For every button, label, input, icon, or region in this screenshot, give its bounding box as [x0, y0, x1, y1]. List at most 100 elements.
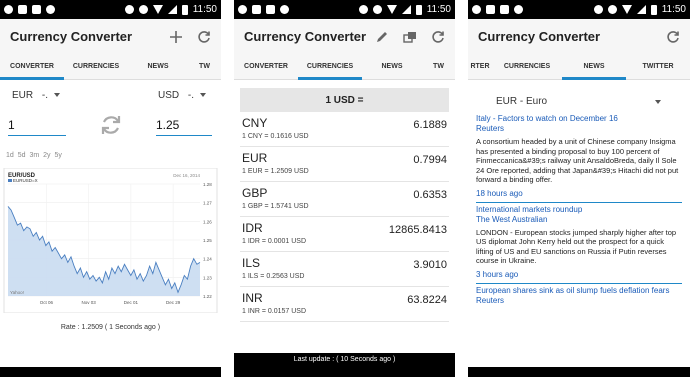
rate-text: Rate : 1.2509 ( 1 Seconds ago )	[60, 324, 161, 331]
app-title: Currency Converter	[10, 29, 133, 44]
news-title[interactable]: Italy - Factors to watch on December 16	[476, 114, 682, 124]
currency-row[interactable]: EUR 1 EUR = 1.2509 USD 0.7994	[240, 147, 449, 182]
news-currency-label: EUR - Euro	[496, 96, 548, 107]
currency-conversion: 1 IDR = 0.0001 USD	[242, 238, 307, 245]
add-icon[interactable]	[169, 30, 183, 44]
legend-swatch	[8, 179, 12, 182]
chart-watermark: Yahoo!	[10, 290, 24, 295]
news-title[interactable]: European shares sink as oil slump fuels …	[476, 286, 682, 296]
currencies-content: 1 USD = CNY 1 CNY = 0.1616 USD 6.1889 EU…	[234, 80, 455, 377]
converter-screen: 11:50 Currency Converter CONVERTER CURRE…	[0, 0, 221, 377]
copy-icon[interactable]	[403, 30, 417, 44]
currency-code: ILS	[242, 256, 261, 270]
news-item[interactable]: Italy - Factors to watch on December 16 …	[476, 114, 682, 203]
from-currency-suffix: -.	[41, 90, 49, 101]
status-time: 11:50	[192, 4, 217, 15]
app-bar: Currency Converter	[468, 19, 690, 54]
news-source: Reuters	[476, 295, 505, 305]
y-tick-label: 1.27	[203, 201, 212, 206]
sync-icon	[358, 5, 368, 14]
refresh-icon[interactable]	[666, 30, 680, 44]
notification-icon	[486, 5, 495, 14]
battery-icon	[650, 4, 657, 15]
last-update-bar: Last update : ( 10 Seconds ago )	[234, 353, 455, 367]
currency-row[interactable]: IDR 1 IDR = 0.0001 USD 12865.8413	[240, 217, 449, 252]
currency-code: CNY	[242, 116, 268, 130]
notification-icon	[500, 5, 509, 14]
chart-legend: EURUSD=X	[13, 178, 38, 183]
app-title: Currency Converter	[244, 29, 367, 44]
tab-currencies[interactable]: CURRENCIES	[492, 54, 562, 79]
news-item[interactable]: International markets roundup The West A…	[476, 205, 682, 284]
currency-conversion: 1 EUR = 1.2509 USD	[242, 168, 309, 175]
wifi-icon	[386, 5, 397, 14]
refresh-icon[interactable]	[197, 30, 211, 44]
app-title: Currency Converter	[478, 29, 601, 44]
wifi-icon	[152, 5, 163, 14]
alarm-icon	[607, 5, 617, 14]
period-selector[interactable]: 1d 5d 3m 2y 5y	[6, 152, 62, 159]
notification-icon	[252, 5, 261, 14]
news-time: 3 hours ago	[476, 270, 682, 284]
swap-icon[interactable]	[99, 113, 123, 142]
currency-row[interactable]: INR 1 INR = 0.0157 USD 63.8224	[240, 287, 449, 322]
y-tick-label: 1.26	[203, 219, 212, 224]
notification-icon	[46, 5, 55, 14]
tab-news[interactable]: NEWS	[562, 54, 626, 80]
news-body: LONDON - European stocks jumped sharply …	[476, 227, 677, 266]
currency-value: 6.1889	[413, 119, 447, 131]
tab-twitter[interactable]: TWITTER	[626, 54, 690, 79]
currency-conversion: 1 ILS = 0.2563 USD	[242, 273, 305, 280]
status-time: 11:50	[661, 4, 686, 15]
signal-icon	[636, 5, 646, 14]
notification-icon	[4, 5, 13, 14]
tab-converter[interactable]: RTER	[468, 54, 492, 79]
battery-icon	[415, 4, 422, 15]
refresh-icon[interactable]	[431, 30, 445, 44]
y-tick-label: 1.25	[203, 238, 212, 243]
to-amount-input[interactable]: 1.25	[156, 118, 212, 136]
currency-row[interactable]: GBP 1 GBP = 1.5741 USD 0.6353	[240, 182, 449, 217]
news-screen: 11:50 Currency Converter RTER CURRENCIES…	[468, 0, 690, 377]
wifi-icon	[621, 5, 632, 14]
notification-icon	[32, 5, 41, 14]
notification-icon	[266, 5, 275, 14]
to-currency-code: USD	[158, 90, 180, 101]
y-tick-label: 1.23	[203, 275, 212, 280]
from-amount-input[interactable]: 1	[8, 118, 66, 136]
from-currency-select[interactable]: EUR -.	[12, 90, 61, 101]
y-tick-label: 1.22	[203, 294, 212, 299]
sync-icon	[124, 5, 134, 14]
base-currency-header: 1 USD =	[240, 88, 449, 112]
news-title[interactable]: International markets roundup	[476, 205, 682, 215]
tab-currencies[interactable]: CURRENCIES	[64, 54, 128, 79]
currency-code: EUR	[242, 151, 268, 165]
news-item[interactable]: European shares sink as oil slump fuels …	[476, 286, 682, 306]
tab-twitter[interactable]: TW	[188, 54, 221, 79]
edit-icon[interactable]	[375, 30, 389, 44]
chevron-down-icon	[655, 100, 661, 104]
chevron-down-icon	[200, 93, 207, 98]
nav-bar	[468, 367, 690, 377]
tab-twitter[interactable]: TW	[422, 54, 455, 79]
x-tick-label: Nov 03	[82, 300, 97, 305]
currency-row[interactable]: ILS 1 ILS = 0.2563 USD 3.9010	[240, 252, 449, 287]
news-source: The West Australian	[476, 214, 548, 224]
currency-code: IDR	[242, 221, 263, 235]
from-currency-code: EUR	[12, 90, 34, 101]
tab-converter[interactable]: CONVERTER	[0, 54, 64, 80]
chevron-down-icon	[54, 93, 61, 98]
status-bar: 11:50	[468, 0, 690, 19]
tab-news[interactable]: NEWS	[362, 54, 422, 79]
tab-converter[interactable]: CONVERTER	[234, 54, 298, 79]
to-currency-select[interactable]: USD -.	[158, 90, 207, 101]
currency-value: 0.6353	[413, 189, 447, 201]
news-currency-select[interactable]: EUR - Euro	[496, 96, 661, 107]
tab-news[interactable]: NEWS	[128, 54, 188, 79]
news-list: Italy - Factors to watch on December 16 …	[476, 114, 682, 307]
currency-value: 12865.8413	[388, 224, 447, 236]
currency-code: INR	[242, 291, 263, 305]
currency-row[interactable]: CNY 1 CNY = 0.1616 USD 6.1889	[240, 112, 449, 147]
tab-currencies[interactable]: CURRENCIES	[298, 54, 362, 80]
currency-conversion: 1 CNY = 0.1616 USD	[242, 133, 309, 140]
